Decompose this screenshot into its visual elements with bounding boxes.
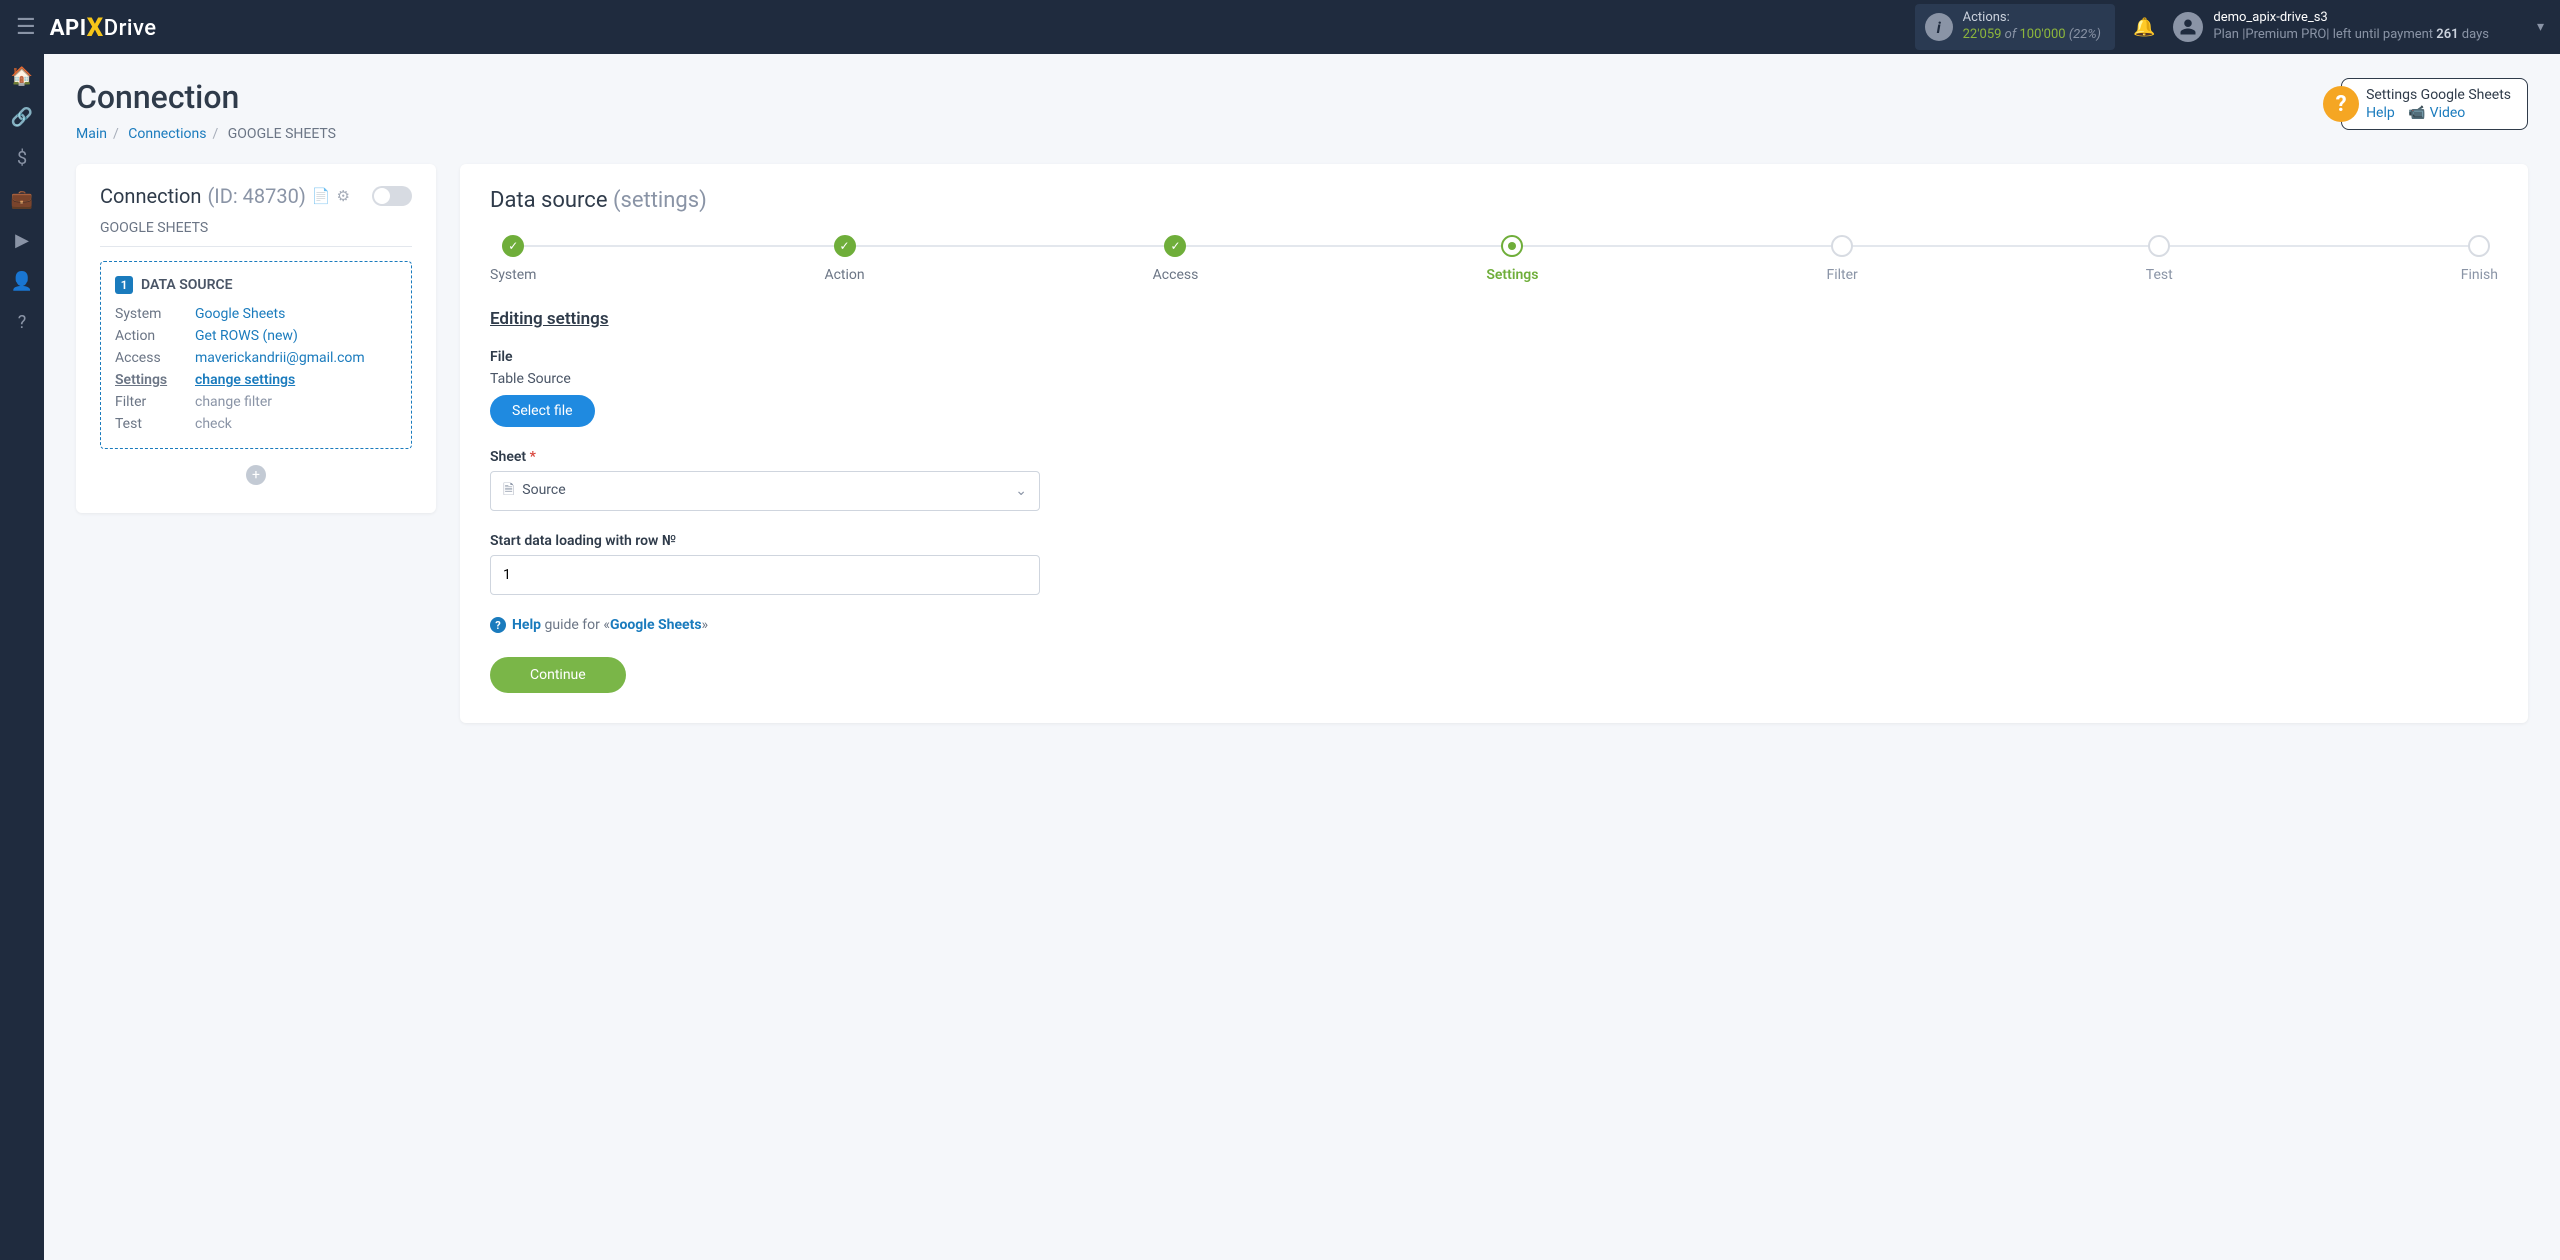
help-guide-line[interactable]: ? Help guide for «Google Sheets» — [490, 617, 2498, 633]
logo[interactable]: APIXDrive — [50, 12, 157, 42]
row-test-key: Test — [115, 416, 195, 432]
actions-label: Actions: — [1963, 10, 2101, 27]
question-icon[interactable]: ? — [2323, 86, 2359, 122]
stepper: ✓System ✓Action ✓Access Settings Filter … — [490, 235, 2498, 283]
row-filter-val[interactable]: change filter — [195, 394, 397, 410]
step-test[interactable]: Test — [2146, 235, 2173, 283]
camera-icon: 📹 — [2408, 105, 2425, 121]
section-editing-settings: Editing settings — [490, 309, 2498, 329]
user-plan: Plan |Premium PRO| left until payment 26… — [2213, 27, 2489, 44]
actions-percent: (22%) — [2069, 27, 2101, 42]
logo-drive: Drive — [104, 16, 157, 41]
connection-head-label: Connection — [100, 184, 201, 208]
row-system-key: System — [115, 306, 195, 322]
chevron-down-icon: ⌄ — [1015, 483, 1027, 499]
connection-card: Connection (ID: 48730) 📄 ⚙ GOOGLE SHEETS… — [76, 164, 436, 513]
actions-of: of — [2005, 27, 2017, 42]
info-icon: i — [1925, 13, 1953, 41]
step-settings[interactable]: Settings — [1486, 235, 1538, 283]
step-finish[interactable]: Finish — [2461, 235, 2498, 283]
row-filter-key: Filter — [115, 394, 195, 410]
video-link[interactable]: Video — [2430, 105, 2466, 121]
avatar-icon — [2173, 12, 2203, 42]
row-action-val[interactable]: Get ROWS (new) — [195, 328, 397, 344]
actions-text: Actions: 22'059 of 100'000 (22%) — [1963, 10, 2101, 44]
row-test-val[interactable]: check — [195, 416, 397, 432]
field-sheet: Sheet * 🗎 Source ⌄ — [490, 449, 2498, 511]
sheet-select[interactable]: 🗎 Source ⌄ — [490, 471, 1040, 511]
sidebar: 🏠 🔗 $ 💼 ▶ 👤 ? — [0, 54, 44, 1260]
breadcrumb: Main/ Connections/ GOOGLE SHEETS — [76, 126, 336, 142]
select-file-button[interactable]: Select file — [490, 395, 595, 427]
step-access[interactable]: ✓Access — [1153, 235, 1199, 283]
logo-x-icon: X — [87, 13, 104, 43]
help-link[interactable]: Help — [2366, 105, 2395, 121]
account-icon[interactable]: 👤 — [11, 271, 33, 292]
file-label: File — [490, 349, 2498, 365]
step-action[interactable]: ✓Action — [824, 235, 864, 283]
connection-toggle[interactable] — [372, 186, 412, 206]
row-system-val[interactable]: Google Sheets — [195, 306, 397, 322]
field-file: File Table Source Select file — [490, 349, 2498, 427]
row-access-val[interactable]: maverickandrii@gmail.com — [195, 350, 397, 366]
row-action-key: Action — [115, 328, 195, 344]
step-filter[interactable]: Filter — [1826, 235, 1857, 283]
user-menu[interactable]: demo_apix-drive_s3 Plan |Premium PRO| le… — [2173, 10, 2489, 44]
settings-title: Data source (settings) — [490, 188, 2498, 213]
user-name: demo_apix-drive_s3 — [2213, 10, 2489, 27]
help-card: Settings Google Sheets Help 📹 Video — [2341, 78, 2528, 130]
help-widget: ? Settings Google Sheets Help 📹Video — [2341, 78, 2528, 130]
data-source-title: DATA SOURCE — [141, 277, 233, 293]
sheet-label: Sheet * — [490, 449, 2498, 465]
actions-usage[interactable]: i Actions: 22'059 of 100'000 (22%) — [1915, 4, 2115, 50]
connection-subtitle: GOOGLE SHEETS — [100, 220, 412, 247]
start-row-input[interactable] — [490, 555, 1040, 595]
billing-icon[interactable]: $ — [17, 148, 27, 169]
connections-icon[interactable]: 🔗 — [11, 107, 33, 128]
crumb-main[interactable]: Main — [76, 126, 107, 142]
topbar: ☰ APIXDrive i Actions: 22'059 of 100'000… — [0, 0, 2560, 54]
help-small-icon: ? — [490, 617, 506, 633]
copy-icon[interactable]: 📄 — [312, 187, 331, 205]
menu-toggle-icon[interactable]: ☰ — [16, 15, 36, 40]
user-text: demo_apix-drive_s3 Plan |Premium PRO| le… — [2213, 10, 2489, 44]
add-step-button[interactable]: + — [246, 465, 266, 485]
main-content: Connection Main/ Connections/ GOOGLE SHE… — [44, 54, 2560, 1260]
required-icon: * — [530, 449, 536, 465]
row-access-key: Access — [115, 350, 195, 366]
file-note: Table Source — [490, 371, 2498, 387]
video-icon[interactable]: ▶ — [15, 230, 29, 251]
data-source-num: 1 — [115, 276, 133, 294]
help-title: Settings Google Sheets — [2366, 87, 2511, 103]
row-settings-val[interactable]: change settings — [195, 372, 397, 388]
logo-api: API — [50, 16, 87, 41]
start-row-label: Start data loading with row № — [490, 533, 2498, 549]
document-icon: 🗎 — [503, 482, 514, 498]
continue-button[interactable]: Continue — [490, 657, 626, 693]
home-icon[interactable]: 🏠 — [11, 66, 33, 87]
settings-card: Data source (settings) ✓System ✓Action ✓… — [460, 164, 2528, 723]
actions-used: 22'059 — [1963, 27, 2002, 42]
crumb-current: GOOGLE SHEETS — [228, 126, 336, 142]
crumb-connections[interactable]: Connections — [128, 126, 206, 142]
page-title: Connection — [76, 78, 336, 116]
actions-total: 100'000 — [2019, 27, 2065, 42]
sheet-value: Source — [522, 482, 565, 498]
row-settings-key: Settings — [115, 372, 195, 388]
help-icon[interactable]: ? — [18, 312, 27, 333]
bell-icon[interactable]: 🔔 — [2133, 17, 2155, 38]
gear-icon[interactable]: ⚙ — [337, 187, 350, 205]
briefcase-icon[interactable]: 💼 — [11, 189, 33, 210]
connection-id: (ID: 48730) — [207, 184, 305, 208]
step-system[interactable]: ✓System — [490, 235, 536, 283]
field-start-row: Start data loading with row № — [490, 533, 2498, 595]
data-source-box: 1 DATA SOURCE System Google Sheets Actio… — [100, 261, 412, 449]
chevron-down-icon[interactable]: ▾ — [2537, 19, 2544, 35]
